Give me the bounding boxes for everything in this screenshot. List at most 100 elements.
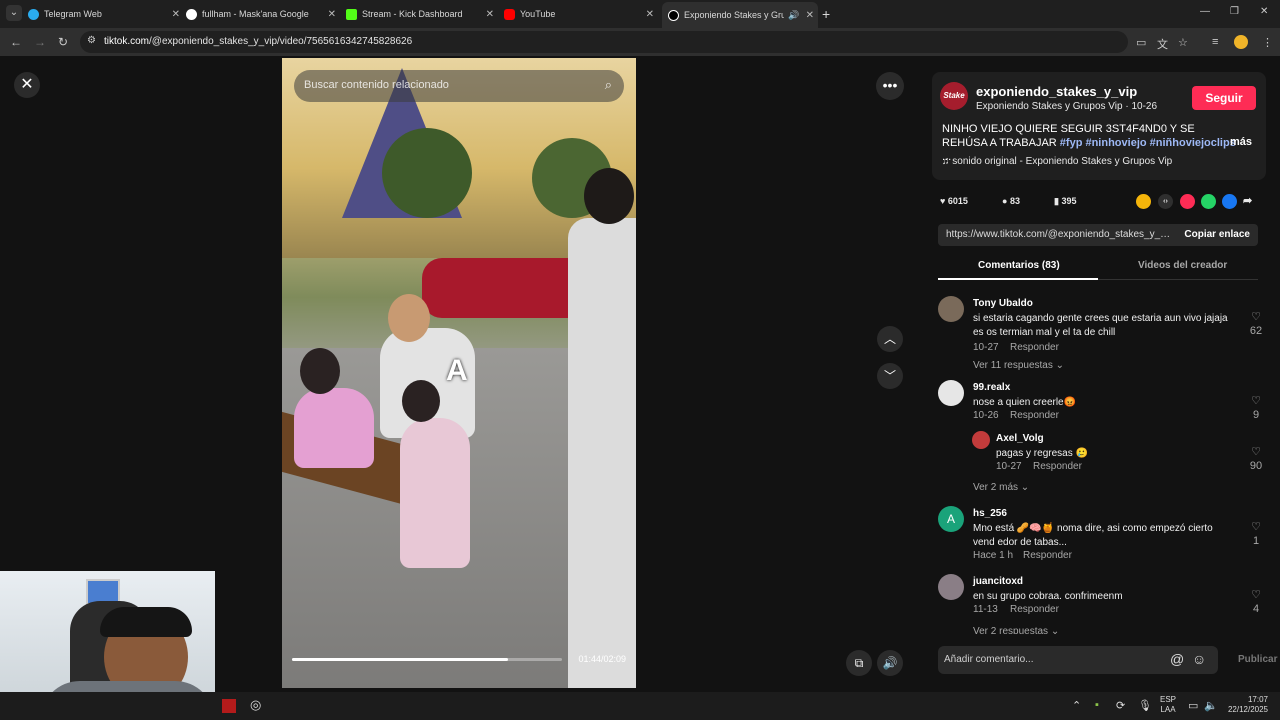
translate-icon[interactable]: 文 — [1157, 36, 1168, 52]
emoji-icon[interactable]: ☺ — [1192, 651, 1206, 667]
mention-icon[interactable]: @ — [1170, 651, 1184, 667]
reply-button[interactable]: Responder — [1010, 604, 1059, 615]
previous-video-button[interactable]: ︿ — [877, 326, 903, 352]
tab-tiktok[interactable]: Exponiendo Stakes y Grupos 🔊 ✕ — [662, 2, 818, 28]
back-icon[interactable]: ← — [10, 35, 22, 49]
comment-date: 10-27 — [973, 342, 999, 353]
comment-like[interactable]: ♡ 4 — [1244, 588, 1268, 615]
input-language[interactable]: ESP LAA — [1160, 695, 1176, 715]
next-video-button[interactable]: ﹀ — [877, 363, 903, 389]
commenter-name[interactable]: Tony Ubaldo — [973, 298, 1033, 309]
site-info-icon[interactable]: ⚙ — [87, 35, 96, 46]
author-avatar[interactable]: Stake — [940, 82, 968, 110]
commenter-avatar[interactable] — [938, 380, 964, 406]
profile-avatar-icon[interactable] — [1234, 35, 1248, 49]
comment-like[interactable]: ♡ 62 — [1244, 310, 1268, 337]
caption-more-button[interactable]: más — [1230, 136, 1252, 148]
comment-text: Mno está 🥜🧠🍯 noma dire, asi como empezó … — [973, 523, 1213, 548]
tab-close-icon[interactable]: ✕ — [806, 10, 814, 21]
comment-like[interactable]: ♡ 1 — [1244, 520, 1268, 547]
tab-google[interactable]: fullham - Mask'ana Google ✕ — [186, 4, 340, 24]
url-text[interactable]: tiktok.com/@exponiendo_stakes_y_vip/vide… — [104, 36, 412, 47]
commenter-name[interactable]: hs_256 — [973, 508, 1007, 519]
related-search-input[interactable]: Buscar contenido relacionado ⌕ — [294, 70, 624, 102]
sound-link[interactable]: ♫ sonido original - Exponiendo Stakes y … — [942, 156, 1172, 167]
bookmark-star-icon[interactable]: ☆ — [1178, 36, 1188, 49]
tab-creator-videos[interactable]: Videos del creador — [1138, 260, 1227, 271]
comment-input[interactable]: Añadir comentario... @ ☺ — [938, 646, 1218, 674]
microphone-icon[interactable]: 🎙 — [1138, 699, 1152, 712]
tab-close-icon[interactable]: ✕ — [328, 9, 336, 20]
whatsapp-icon[interactable] — [1201, 194, 1216, 209]
tab-close-icon[interactable]: ✕ — [172, 9, 180, 20]
reply-button[interactable]: Responder — [1023, 550, 1072, 561]
tab-search-button[interactable]: ⌄ — [6, 5, 22, 21]
tray-app-icon[interactable]: ▪ — [1095, 699, 1099, 711]
minimize-icon[interactable]: — — [1200, 6, 1210, 17]
like-stat[interactable]: ♥ 6015 — [940, 196, 968, 206]
tab-comments[interactable]: Comentarios (83) — [978, 260, 1060, 271]
app-icon[interactable] — [222, 699, 236, 713]
facebook-icon[interactable] — [1222, 194, 1237, 209]
video-scene-person — [400, 418, 470, 568]
reply-button[interactable]: Responder — [1033, 461, 1082, 472]
share-link-text[interactable]: https://www.tiktok.com/@exponiendo_stake… — [946, 229, 1172, 240]
repost-icon[interactable] — [1136, 194, 1151, 209]
reload-icon[interactable]: ↻ — [58, 35, 68, 49]
forward-icon[interactable]: → — [34, 35, 46, 49]
commenter-name[interactable]: 99.realx — [973, 382, 1010, 393]
commenter-avatar[interactable]: A — [938, 506, 964, 532]
chrome-icon[interactable]: ◎ — [250, 697, 261, 713]
follow-button[interactable]: Seguir — [1192, 86, 1256, 110]
new-tab-button[interactable]: + — [822, 4, 830, 24]
share-arrow-icon[interactable]: ➦ — [1243, 194, 1258, 209]
volume-tray-icon[interactable]: 🔈 — [1204, 699, 1218, 712]
view-replies-button[interactable]: Ver 11 respuestas ⌄ — [973, 360, 1064, 371]
commenter-name[interactable]: Axel_Volg — [996, 433, 1044, 444]
speaker-icon[interactable]: 🔊 — [788, 10, 799, 21]
comment-like[interactable]: ♡ 90 — [1244, 445, 1268, 472]
video-progress-bar[interactable] — [292, 658, 562, 661]
comment-stat[interactable]: ● 83 — [1002, 196, 1020, 206]
pip-icon[interactable]: ⧉ — [846, 650, 872, 676]
cast-icon[interactable]: ▭ — [1136, 36, 1146, 49]
hashtags[interactable]: #fyp #ninhoviejo #niñhoviejoclips — [1060, 137, 1236, 149]
commenter-avatar[interactable] — [972, 431, 990, 449]
more-options-button[interactable]: ••• — [876, 72, 904, 100]
restore-icon[interactable]: ❐ — [1230, 6, 1239, 17]
close-viewer-button[interactable]: ✕ — [14, 72, 40, 98]
reply-button[interactable]: Responder — [1010, 342, 1059, 353]
tab-telegram[interactable]: Telegram Web ✕ — [28, 4, 184, 24]
commenter-name[interactable]: juancitoxd — [973, 576, 1023, 587]
tray-sync-icon[interactable]: ⟳ — [1116, 699, 1125, 712]
comment-item: Tony Ubaldo si estaria cagando gente cre… — [938, 296, 1268, 376]
menu-icon[interactable]: ⋮ — [1262, 36, 1273, 49]
search-icon[interactable]: ⌕ — [605, 77, 612, 93]
comment-like[interactable]: ♡ 9 — [1244, 394, 1268, 421]
omnibox[interactable]: ⚙ tiktok.com/@exponiendo_stakes_y_vip/vi… — [80, 31, 1128, 53]
copy-link-button[interactable]: Copiar enlace — [1184, 229, 1250, 240]
clock[interactable]: 17:07 22/12/2025 — [1224, 695, 1268, 715]
copy-link-row: https://www.tiktok.com/@exponiendo_stake… — [938, 224, 1258, 246]
publish-button[interactable]: Publicar — [1238, 654, 1277, 665]
engagement-bar: ♥ 6015 ● 83 ▮ 395 ‹› ➦ — [940, 192, 1270, 212]
tab-kick[interactable]: Stream - Kick Dashboard ✕ — [346, 4, 498, 24]
volume-icon[interactable]: 🔊 — [877, 650, 903, 676]
tab-close-icon[interactable]: ✕ — [486, 9, 494, 20]
reply-button[interactable]: Responder — [1010, 410, 1059, 421]
view-replies-button[interactable]: Ver 2 respuestas ⌄ — [973, 626, 1059, 634]
tab-youtube[interactable]: YouTube ✕ — [504, 4, 658, 24]
tab-close-icon[interactable]: ✕ — [646, 9, 654, 20]
view-more-replies-button[interactable]: Ver 2 más ⌄ — [973, 482, 1029, 493]
video-player[interactable]: Buscar contenido relacionado ⌕ A 01:44/0… — [282, 58, 636, 688]
network-icon[interactable]: ▭ — [1188, 699, 1198, 712]
tray-chevron-icon[interactable]: ⌃ — [1072, 699, 1081, 712]
reading-list-icon[interactable]: ≡ — [1212, 36, 1218, 48]
window-close-icon[interactable]: ✕ — [1260, 6, 1268, 17]
embed-icon[interactable]: ‹› — [1158, 194, 1173, 209]
author-username[interactable]: exponiendo_stakes_y_vip — [976, 84, 1137, 99]
commenter-avatar[interactable] — [938, 574, 964, 600]
send-icon[interactable] — [1180, 194, 1195, 209]
commenter-avatar[interactable] — [938, 296, 964, 322]
save-stat[interactable]: ▮ 395 — [1054, 196, 1077, 207]
